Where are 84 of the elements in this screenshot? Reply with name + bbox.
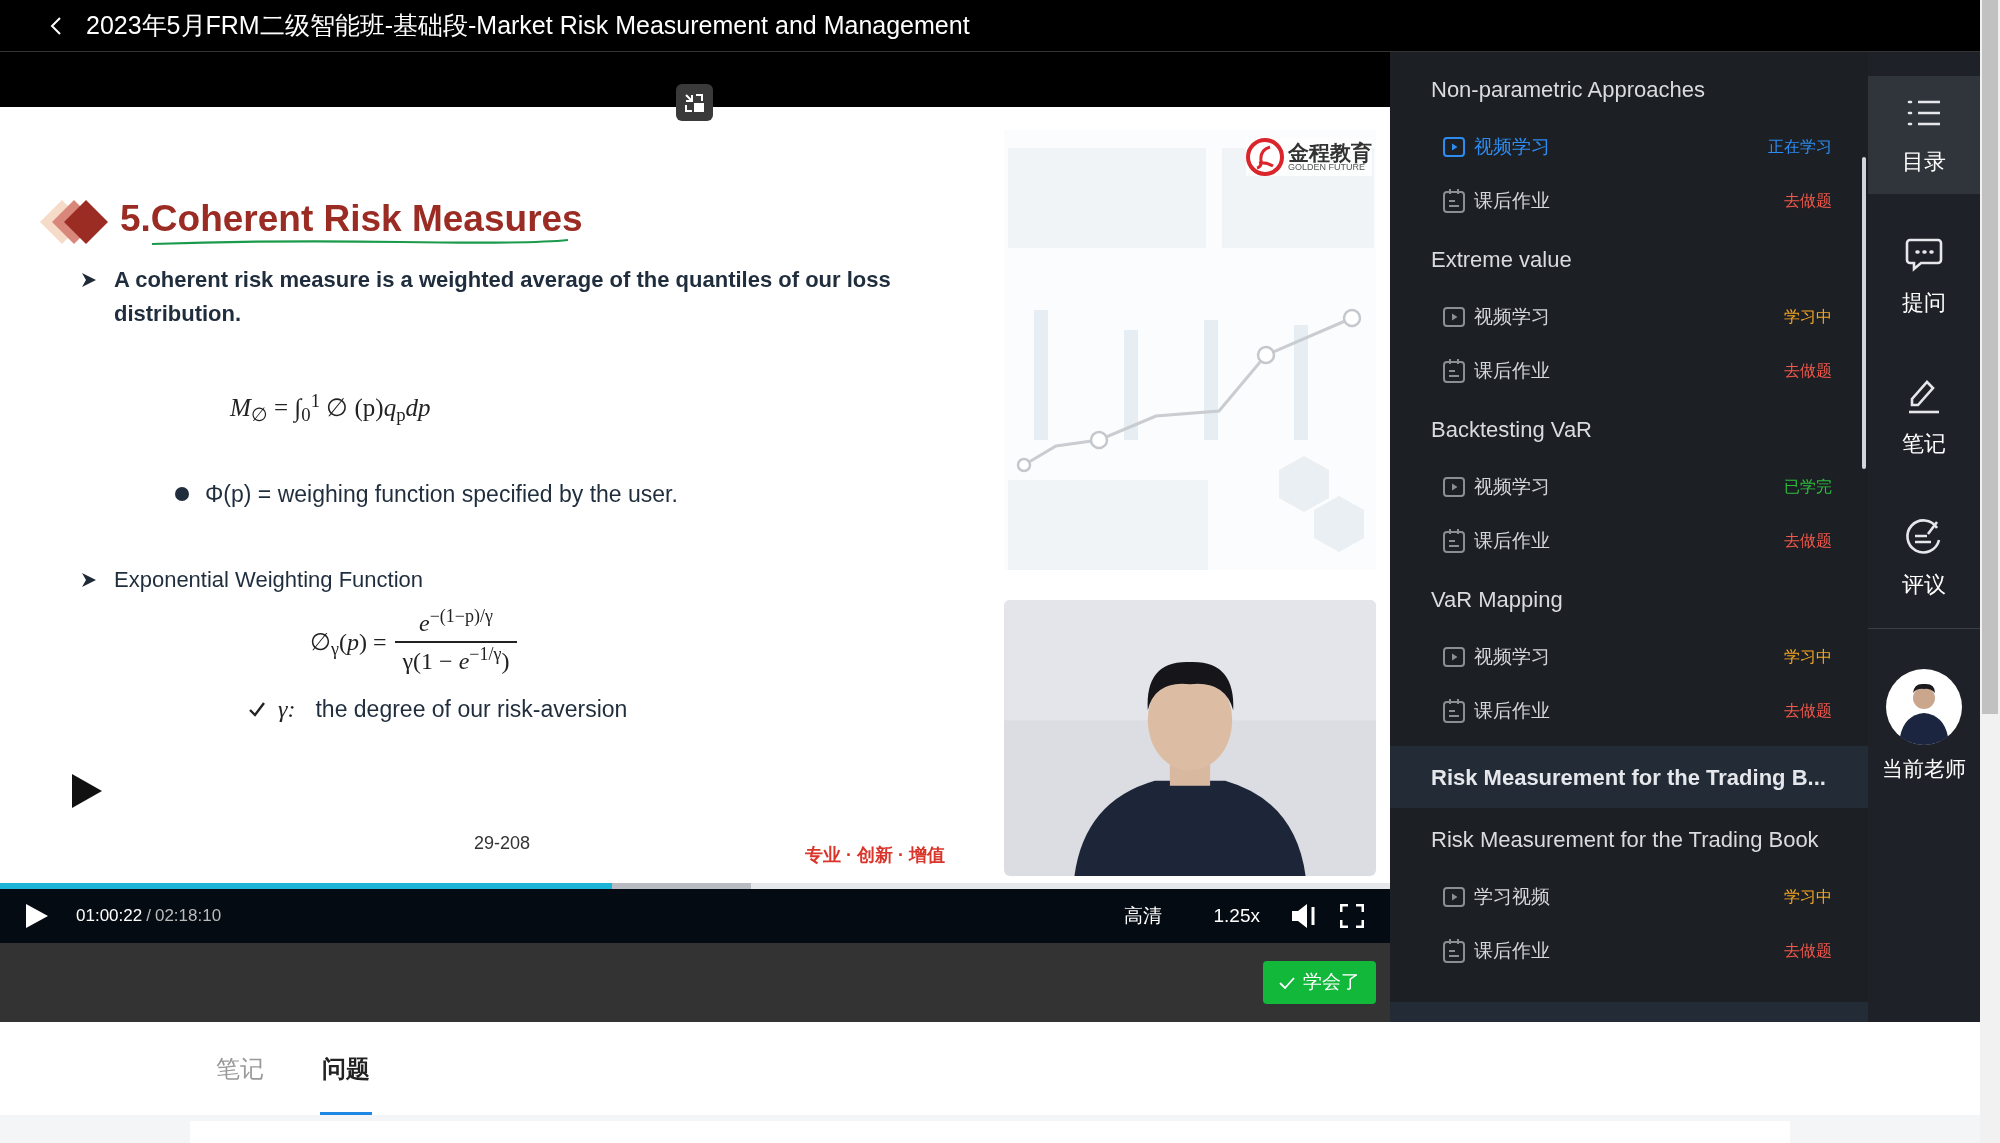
slogan: 专业 · 创新 · 增值 (805, 844, 946, 867)
logo-text: 金程教育 (1288, 142, 1372, 163)
lesson-status: 去做题 (1784, 361, 1832, 381)
scrollbar-thumb[interactable] (1982, 0, 1998, 714)
lesson-status: 已学完 (1784, 477, 1832, 497)
section-title: Backtesting VaR (1431, 415, 1592, 444)
lesson-item[interactable]: 课后作业 去做题 (1390, 174, 1868, 228)
slide-number: 29-208 (474, 832, 531, 855)
lesson-item[interactable]: 视频学习 已学完 (1390, 460, 1868, 514)
logo-tagline: GOLDEN FUTURE (1288, 163, 1365, 172)
bullet-text: A coherent risk measure is a weighted average of the quantiles of our loss distribution. (114, 266, 892, 328)
lesson-item[interactable]: 视频学习 学习中 (1390, 290, 1868, 344)
check-icon (248, 700, 266, 718)
time-separator: / (146, 905, 151, 928)
formula-lhs: ∅$_{γ}$(p) = (310, 628, 387, 660)
lesson-label: 视频学习 (1474, 644, 1550, 669)
arrow-bullet-icon (80, 571, 98, 589)
clipboard-icon (1442, 188, 1466, 214)
lesson-status: 学习中 (1784, 887, 1832, 907)
panel-scrollbar-thumb[interactable] (1862, 157, 1866, 469)
section-title: Risk Measurement for the Trading Book (1431, 825, 1819, 854)
duration: 02:18:10 (154, 905, 222, 928)
lesson-item[interactable]: 课后作业 去做题 (1390, 924, 1868, 978)
bullet-text: Exponential Weighting Function (114, 566, 423, 594)
big-play-button[interactable] (72, 774, 102, 808)
lesson-status: 去做题 (1784, 191, 1832, 211)
lesson-item[interactable]: 视频学习 正在学习 (1390, 120, 1868, 174)
section-title: Extreme value (1431, 245, 1572, 274)
slide-title: 5.Coherent Risk Measures (120, 197, 583, 241)
lesson-item[interactable]: 学习视频 学习中 (1390, 870, 1868, 924)
lesson-label: 课后作业 (1474, 188, 1550, 213)
lesson-status: 学习中 (1784, 647, 1832, 667)
lesson-item[interactable]: 课后作业 去做题 (1390, 344, 1868, 398)
rail-tab[interactable]: 目录 (1868, 76, 1980, 194)
lesson-status: 学习中 (1784, 307, 1832, 327)
lesson-label: 学习视频 (1474, 884, 1550, 909)
lesson-item[interactable]: 课后作业 去做题 (1390, 684, 1868, 738)
lesson-label: 课后作业 (1474, 528, 1550, 553)
denominator: γ(1 − e$^{−1/γ}$) (401, 643, 511, 676)
lesson-item[interactable]: 课后作业 去做题 (1390, 514, 1868, 568)
lesson-status: 正在学习 (1768, 137, 1832, 157)
rail-tab[interactable]: 提问 (1868, 217, 1980, 335)
bullet-dot-icon (175, 486, 189, 501)
lesson-label: 课后作业 (1474, 358, 1550, 383)
picture-in-picture-button[interactable] (675, 84, 713, 121)
arrow-bullet-icon (80, 271, 98, 289)
picture-in-picture-icon (683, 91, 705, 114)
lesson-status: 去做题 (1784, 701, 1832, 721)
lesson-label: 视频学习 (1474, 474, 1550, 499)
rail-tab[interactable]: 笔记 (1868, 358, 1980, 476)
bullet-text: the degree of our risk-aversion (315, 694, 628, 724)
symbol: γ: (278, 695, 296, 724)
lesson-item[interactable]: 视频学习 学习中 (1390, 630, 1868, 684)
play-square-icon (1442, 305, 1466, 329)
lesson-status: 去做题 (1784, 531, 1832, 551)
play-icon (72, 774, 102, 808)
lesson-label: 视频学习 (1474, 304, 1550, 329)
play-icon[interactable] (26, 904, 48, 928)
play-square-icon (1442, 885, 1466, 909)
lesson-label: 课后作业 (1474, 698, 1550, 723)
fullscreen-icon[interactable] (1340, 904, 1364, 928)
clipboard-icon (1442, 938, 1466, 964)
chapter-row[interactable]: Risk Measurement for the Trading B... (1390, 746, 1868, 808)
window-title: 2023年5月FRM二级智能班-基础段-Market Risk Measurement and Management (86, 9, 970, 41)
lesson-label: 视频学习 (1474, 134, 1550, 159)
play-square-icon (1442, 645, 1466, 669)
clipboard-icon (1442, 528, 1466, 554)
current-time: 01:00:22 (76, 905, 143, 928)
quality-button[interactable]: 高清 (1123, 901, 1162, 931)
lesson-status: 去做题 (1784, 941, 1832, 961)
play-square-icon (1442, 135, 1466, 159)
avatar[interactable] (1886, 669, 1962, 745)
bullet-text: Φ(p) = weighing function specified by the user. (205, 479, 678, 509)
section-title: VaR Mapping (1431, 585, 1563, 614)
numerator: e$^{−(1−p)/γ}$ (418, 605, 494, 638)
lesson-label: 课后作业 (1474, 938, 1550, 963)
speed-button[interactable]: 1.25x (1213, 901, 1260, 931)
section-title: Non-parametric Approaches (1431, 75, 1705, 104)
diamonds-icon (40, 200, 108, 244)
clipboard-icon (1442, 698, 1466, 724)
teacher-label: 当前老师 (1882, 756, 1966, 782)
clipboard-icon (1442, 358, 1466, 384)
play-square-icon (1442, 475, 1466, 499)
rail-tab[interactable]: 评议 (1868, 499, 1980, 617)
